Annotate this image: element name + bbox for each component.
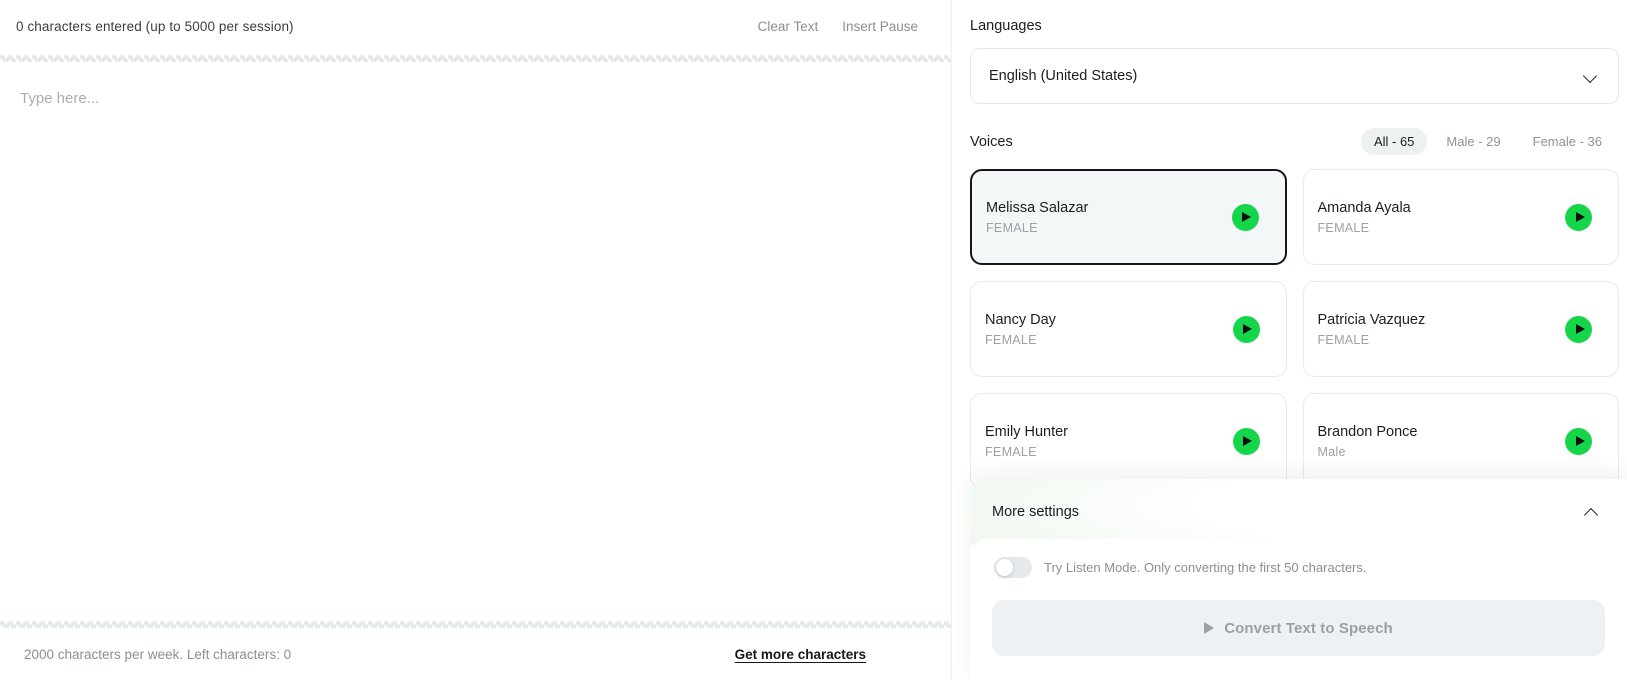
- play-icon[interactable]: [1565, 203, 1592, 231]
- voice-card-meta: Amanda Ayala FEMALE: [1318, 200, 1411, 235]
- more-settings-title: More settings: [992, 504, 1080, 520]
- voice-name: Emily Hunter: [985, 423, 1068, 440]
- text-editor-pane: 0 characters entered (up to 5000 per ses…: [0, 0, 952, 680]
- voice-card-meta: Emily Hunter FEMALE: [985, 424, 1068, 459]
- convert-button-label: Convert Text to Speech: [1224, 619, 1393, 637]
- quota-text: 2000 characters per week. Left character…: [24, 646, 292, 662]
- filter-male[interactable]: Male - 29: [1433, 128, 1513, 155]
- convert-text-to-speech-button[interactable]: Convert Text to Speech: [992, 600, 1605, 656]
- clear-text-button[interactable]: Clear Text: [756, 17, 821, 36]
- text-input[interactable]: [20, 88, 928, 608]
- voice-name: Nancy Day: [985, 311, 1056, 328]
- voice-gender: FEMALE: [1317, 332, 1370, 347]
- editor-input-area: [0, 62, 952, 618]
- play-icon[interactable]: [1565, 427, 1592, 455]
- languages-label: Languages: [970, 18, 1042, 34]
- voice-card[interactable]: Patricia Vazquez FEMALE: [1302, 281, 1619, 377]
- more-settings-sheet: More settings Try Listen Mode. Only conv…: [970, 479, 1627, 680]
- voice-gender: FEMALE: [985, 444, 1037, 459]
- voice-card[interactable]: Brandon Ponce Male: [1302, 393, 1619, 489]
- voice-card[interactable]: Emily Hunter FEMALE: [970, 393, 1287, 489]
- voice-gender: FEMALE: [1317, 220, 1370, 235]
- listen-mode-row: Try Listen Mode. Only converting the fir…: [992, 557, 1605, 578]
- voices-header: Voices All - 65 Male - 29 Female - 36: [970, 128, 1627, 155]
- voice-card[interactable]: Melissa Salazar FEMALE: [970, 169, 1287, 265]
- more-settings-toggle[interactable]: More settings: [970, 479, 1627, 545]
- listen-mode-toggle[interactable]: [994, 557, 1032, 578]
- voice-name: Melissa Salazar: [986, 199, 1089, 216]
- editor-toolbar: 0 characters entered (up to 5000 per ses…: [0, 0, 952, 52]
- wavy-divider-bottom: [0, 618, 952, 628]
- wavy-divider-top: [0, 52, 952, 62]
- voice-card[interactable]: Amanda Ayala FEMALE: [1302, 169, 1619, 265]
- voice-card-meta: Brandon Ponce Male: [1318, 424, 1418, 459]
- editor-footer: 2000 characters per week. Left character…: [0, 628, 952, 680]
- insert-pause-button[interactable]: Insert Pause: [840, 17, 920, 36]
- get-more-characters-link[interactable]: Get more characters: [735, 647, 866, 662]
- voice-name: Patricia Vazquez: [1317, 311, 1426, 328]
- voice-gender: Male: [1317, 444, 1346, 459]
- editor-toolbar-actions: Clear Text Insert Pause: [756, 17, 920, 36]
- voice-grid: Melissa Salazar FEMALE Amanda Ayala FEMA…: [970, 169, 1627, 489]
- filter-female[interactable]: Female - 36: [1520, 128, 1615, 155]
- voice-gender-filters: All - 65 Male - 29 Female - 36: [1360, 128, 1615, 155]
- voices-label: Voices: [970, 133, 1013, 150]
- voice-gender: FEMALE: [986, 220, 1038, 235]
- voice-card-meta: Nancy Day FEMALE: [985, 312, 1056, 347]
- filter-all[interactable]: All - 65: [1360, 128, 1428, 155]
- voice-card-meta: Patricia Vazquez FEMALE: [1318, 312, 1426, 347]
- voice-card[interactable]: Nancy Day FEMALE: [970, 281, 1287, 377]
- voice-gender: FEMALE: [985, 332, 1037, 347]
- chevron-down-icon: [1584, 69, 1598, 83]
- play-icon[interactable]: [1232, 315, 1260, 343]
- language-selected-value: English (United States): [989, 68, 1138, 84]
- play-icon[interactable]: [1231, 203, 1259, 231]
- language-select[interactable]: English (United States): [970, 48, 1619, 104]
- voice-settings-pane: Languages English (United States) Voices…: [952, 0, 1627, 680]
- text-to-speech-app: 0 characters entered (up to 5000 per ses…: [0, 0, 1627, 680]
- character-counter: 0 characters entered (up to 5000 per ses…: [16, 18, 294, 34]
- chevron-up-icon: [1585, 505, 1599, 519]
- voice-name: Amanda Ayala: [1317, 199, 1411, 216]
- voice-card-meta: Melissa Salazar FEMALE: [986, 200, 1088, 235]
- listen-mode-label: Try Listen Mode. Only converting the fir…: [1044, 560, 1367, 575]
- play-icon[interactable]: [1565, 315, 1592, 343]
- more-settings-body: Try Listen Mode. Only converting the fir…: [970, 539, 1627, 674]
- voice-name: Brandon Ponce: [1317, 423, 1418, 440]
- play-icon[interactable]: [1232, 427, 1260, 455]
- play-triangle-icon: [1204, 622, 1215, 634]
